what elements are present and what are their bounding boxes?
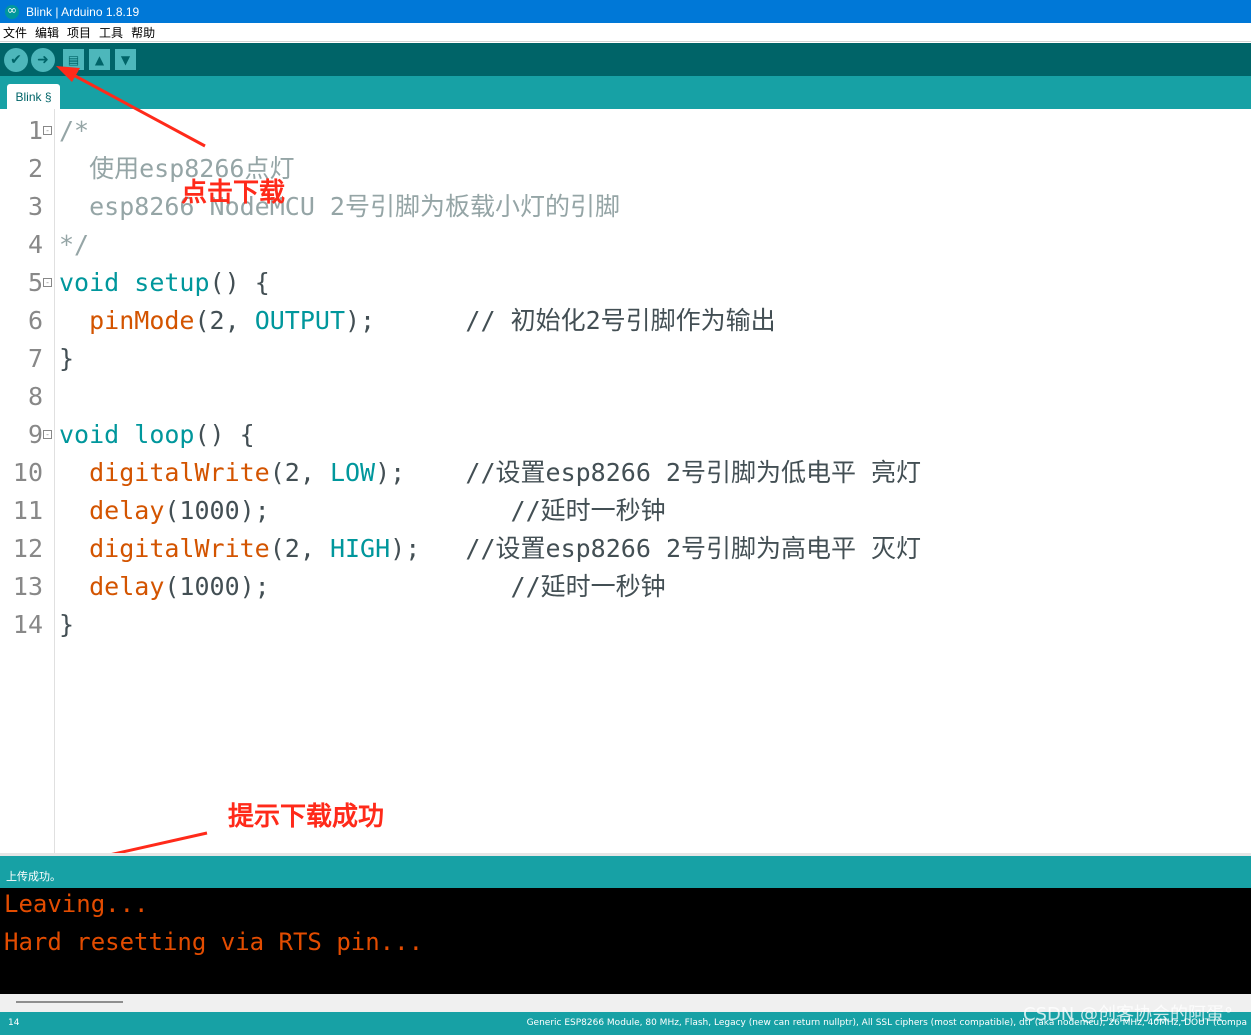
code-text: delay(1000); //延时一秒钟 <box>89 496 666 525</box>
line-number: 10 <box>12 458 43 487</box>
line-number: 4 <box>27 230 43 259</box>
menu-edit[interactable]: 编辑 <box>31 24 63 41</box>
line-number: 3 <box>27 192 43 221</box>
code-line: 13 delay(1000); //延时一秒钟 <box>0 568 1251 606</box>
line-number: 5 <box>27 268 43 297</box>
code-line: 11 delay(1000); //延时一秒钟 <box>0 492 1251 530</box>
success-hint-annotation: 提示下载成功 <box>228 802 385 832</box>
menu-file[interactable]: 文件 <box>0 24 31 41</box>
new-file-icon: ▤ <box>67 52 80 67</box>
code-text: void loop() { <box>59 420 255 449</box>
code-editor[interactable]: 1-/* 2 使用esp8266点灯 3 esp8266 NodeMCU 2号引脚为… <box>0 109 1251 853</box>
tab-blink[interactable]: Blink § <box>7 84 60 109</box>
code-line: 9- void loop() { <box>0 416 1251 454</box>
code-line: 6 pinMode(2, OUTPUT); // 初始化2号引脚作为输出 <box>0 302 1251 340</box>
scrollbar-thumb[interactable] <box>16 1001 123 1003</box>
menu-help[interactable]: 帮助 <box>127 24 159 41</box>
code-text: digitalWrite(2, LOW); //设置esp8266 2号引脚为低… <box>89 458 922 487</box>
menu-sketch[interactable]: 项目 <box>63 24 95 41</box>
code-line: 7} <box>0 340 1251 378</box>
menu-bar: 文件 编辑 项目 工具 帮助 <box>0 23 1251 42</box>
upload-hint-annotation: 点击下载 <box>181 178 286 208</box>
code-line: 10 digitalWrite(2, LOW); //设置esp8266 2号引… <box>0 454 1251 492</box>
menu-tools[interactable]: 工具 <box>95 24 127 41</box>
console-output[interactable]: Leaving... Hard resetting via RTS pin... <box>0 888 1251 994</box>
line-number: 2 <box>27 154 43 183</box>
title-bar: Blink | Arduino 1.8.19 <box>0 0 1251 23</box>
open-arrow-up-icon: ▲ <box>94 52 105 67</box>
code-text: void setup() { <box>59 268 270 297</box>
code-text: */ <box>59 230 90 259</box>
code-line: 8 <box>0 378 1251 416</box>
line-number-indicator: 14 <box>8 1018 20 1028</box>
line-number: 12 <box>12 534 43 563</box>
window-title: Blink | Arduino 1.8.19 <box>26 4 140 19</box>
tab-bar: Blink § <box>0 76 1251 109</box>
code-line: 14} <box>0 606 1251 644</box>
watermark: CSDN @创客协会的阿蛋° <box>1022 1004 1233 1025</box>
code-line: 4 */ <box>0 226 1251 264</box>
code-text: } <box>59 344 75 373</box>
code-text: delay(1000); //延时一秒钟 <box>89 572 666 601</box>
code-text: digitalWrite(2, HIGH); //设置esp8266 2号引脚为… <box>89 534 922 563</box>
fold-toggle-icon[interactable]: - <box>43 278 52 287</box>
code-line: 1-/* <box>0 112 1251 150</box>
line-number: 11 <box>12 496 43 525</box>
line-number: 14 <box>12 610 43 639</box>
console-line: Hard resetting via RTS pin... <box>4 928 424 956</box>
fold-toggle-icon[interactable]: - <box>43 430 52 439</box>
code-text: /* <box>59 116 90 145</box>
save-button[interactable]: ▼ <box>115 49 136 70</box>
verify-button[interactable]: ✔ <box>4 47 28 72</box>
open-button[interactable]: ▲ <box>89 49 110 70</box>
checkmark-icon: ✔ <box>10 51 22 68</box>
upload-button[interactable]: ➜ <box>31 47 55 72</box>
code-text: } <box>59 610 75 639</box>
line-number: 1 <box>27 116 43 145</box>
fold-toggle-icon[interactable]: - <box>43 126 52 135</box>
new-button[interactable]: ▤ <box>63 49 84 70</box>
line-number: 13 <box>12 572 43 601</box>
line-number: 8 <box>27 382 43 411</box>
arduino-icon <box>5 3 19 19</box>
line-number: 7 <box>27 344 43 373</box>
code-text: esp8266 NodeMCU 2号引脚为板载小灯的引脚 <box>59 192 620 221</box>
line-number: 6 <box>27 306 43 335</box>
status-bar: 上传成功。 <box>0 853 1251 888</box>
toolbar: ✔ ➜ ▤ ▲ ▼ <box>0 43 1251 76</box>
code-text: pinMode(2, OUTPUT); // 初始化2号引脚作为输出 <box>89 306 776 335</box>
code-line: 5- void setup() { <box>0 264 1251 302</box>
line-number: 9 <box>27 420 43 449</box>
status-message: 上传成功。 <box>6 870 61 883</box>
arrow-right-icon: ➜ <box>37 51 49 68</box>
save-arrow-down-icon: ▼ <box>120 52 131 67</box>
code-line: 12 digitalWrite(2, HIGH); //设置esp8266 2号… <box>0 530 1251 568</box>
console-line: Leaving... <box>4 890 149 918</box>
